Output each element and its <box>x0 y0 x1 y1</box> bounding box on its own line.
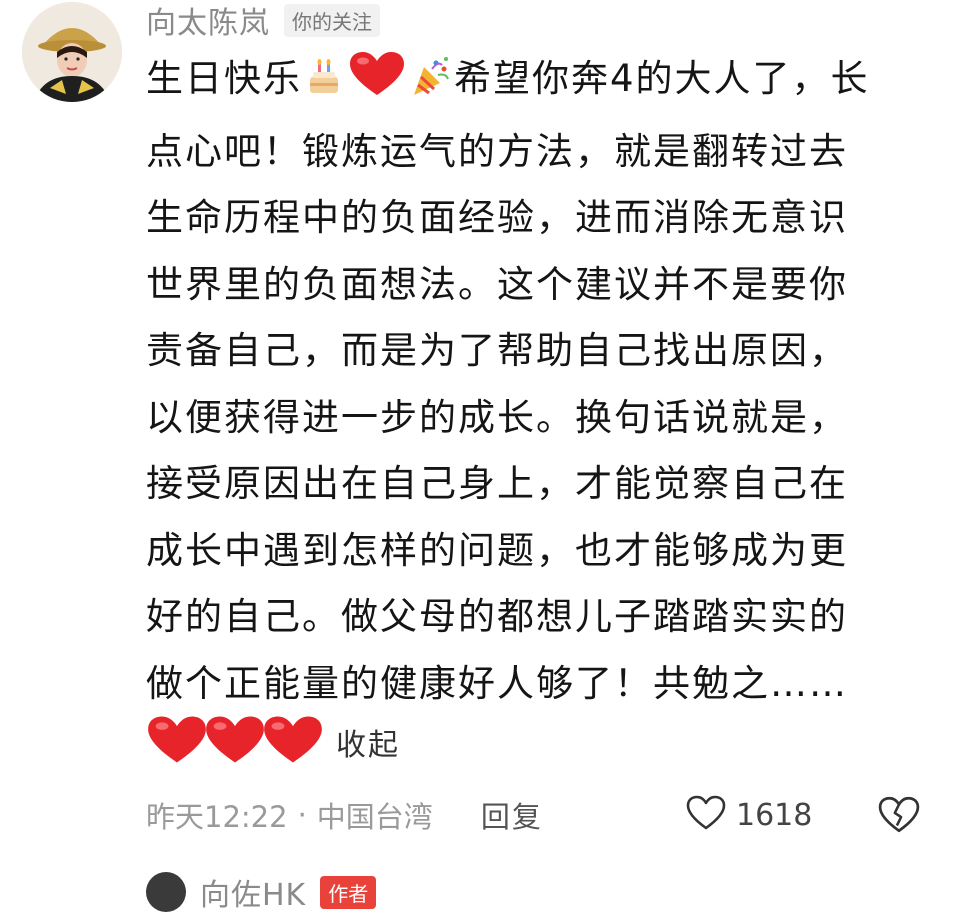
comment-line-7: 接受原因出在自己身上，才能觉察自己在 <box>146 462 848 505</box>
party-popper-icon <box>410 52 452 119</box>
comment-line-5: 责备自己，而是为了帮助自己找出原因， <box>146 329 848 372</box>
birthday-cake-icon <box>304 52 344 119</box>
comment-text-segment: 生日快乐 <box>146 57 302 100</box>
comment-location: 中国台湾 <box>316 800 433 834</box>
red-heart-icon <box>262 714 324 770</box>
comment-line-6: 以便获得进一步的成长。换句话说就是， <box>146 395 848 439</box>
red-heart-icon <box>348 51 406 119</box>
author-name[interactable]: 向太陈岚 <box>146 0 270 42</box>
comment-text: 生日快乐 希望你奔4的大人了，长 点心吧！锻炼运气的方法，就是翻转过去 生命历程中… <box>146 46 946 717</box>
reply-avatar[interactable] <box>146 872 186 912</box>
comment-meta-row: 昨天12:22 · 中国台湾 回复 1618 <box>146 790 936 840</box>
reply-author-name[interactable]: 向佐HK <box>200 870 306 914</box>
author-row: 向太陈岚 你的关注 <box>146 0 380 42</box>
reply-button[interactable]: 回复 <box>481 794 543 836</box>
red-heart-icon <box>146 714 208 770</box>
comment-line-4: 世界里的负面想法。这个建议并不是要你 <box>146 262 848 306</box>
comment-line-10: 做个正能量的健康好人够了！共勉之…… <box>146 661 848 705</box>
comment-line-1: 生日快乐 希望你奔4的大人了，长 <box>146 46 946 119</box>
meta-separator: · <box>297 798 307 832</box>
comment-line-9: 好的自己。做父母的都想儿子踏踏实实的 <box>146 595 848 638</box>
avatar[interactable] <box>22 2 122 102</box>
collapse-button[interactable]: 收起 <box>336 720 400 764</box>
broken-heart-icon[interactable] <box>878 796 920 838</box>
reaction-row: 收起 <box>146 712 400 772</box>
comment-line-2: 点心吧！锻炼运气的方法，就是翻转过去 <box>146 129 848 173</box>
comment-timestamp: 昨天12:22 <box>146 800 288 834</box>
comment-line-3: 生命历程中的负面经验，进而消除无意识 <box>146 196 848 239</box>
follow-badge: 你的关注 <box>284 3 380 37</box>
like-count: 1618 <box>736 797 813 833</box>
like-button[interactable]: 1618 <box>686 790 812 840</box>
author-badge: 作者 <box>320 875 377 909</box>
avatar-image <box>22 2 122 102</box>
reply-preview: 向佐HK 作者 <box>146 870 377 914</box>
comment-text-segment: 希望你奔4的大人了，长 <box>454 57 870 100</box>
red-heart-icon <box>204 714 266 770</box>
comment-card: 向太陈岚 你的关注 生日快乐 希望你奔4的大人了，长 点心吧！锻炼运气的方法，就是… <box>0 0 960 913</box>
comment-line-8: 成长中遇到怎样的问题，也才能够成为更 <box>146 528 848 572</box>
heart-outline-icon <box>686 795 726 835</box>
